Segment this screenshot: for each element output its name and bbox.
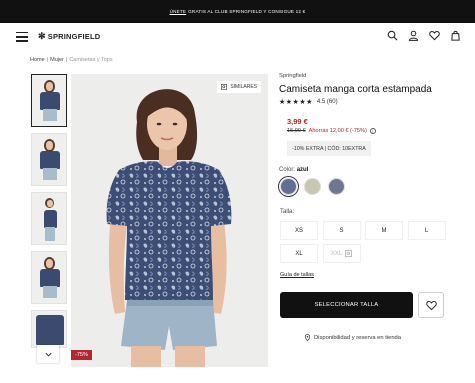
notify-icon bbox=[345, 250, 353, 257]
product-title: Camiseta manga corta estampada bbox=[279, 84, 432, 95]
size-option-xs[interactable]: XS bbox=[280, 221, 318, 240]
rating-value: 4.5 bbox=[316, 99, 326, 105]
thumbnail-5[interactable] bbox=[31, 310, 67, 348]
model-illustration bbox=[106, 89, 232, 367]
select-size-button[interactable]: SELECCIONAR TALLA bbox=[280, 292, 413, 318]
promo-bar: ÚNETE GRATIS AL CLUB SPRINGFIELD Y CONSI… bbox=[0, 0, 475, 23]
similar-search-icon bbox=[221, 84, 228, 90]
old-price: 15,99 € bbox=[287, 128, 306, 134]
selected-color: azul bbox=[296, 167, 309, 173]
brand-name: SPRINGFIELD bbox=[47, 32, 101, 41]
thumbnail-1[interactable] bbox=[31, 74, 67, 127]
product-rating[interactable]: ★★★★★ 4.5 (60) bbox=[279, 98, 338, 106]
heart-icon[interactable] bbox=[429, 30, 440, 41]
availability-text: Disponibilidad y reserva en tienda bbox=[314, 334, 402, 341]
breadcrumb-home[interactable]: Home bbox=[30, 57, 45, 63]
discount-badge: -75% bbox=[71, 350, 92, 360]
size-option-xxl[interactable]: XXL bbox=[322, 244, 361, 263]
rating-count: (60) bbox=[326, 99, 338, 105]
menu-icon[interactable] bbox=[16, 32, 28, 42]
promo-text: GRATIS AL CLUB SPRINGFIELD Y CONSIGUE 12… bbox=[188, 9, 306, 14]
thumbnail-list bbox=[31, 74, 67, 354]
thumbnail-3[interactable] bbox=[31, 192, 67, 245]
size-selector: XS S M L XL XXL bbox=[280, 221, 446, 263]
size-option-l[interactable]: L bbox=[407, 221, 446, 240]
user-icon[interactable] bbox=[408, 30, 419, 41]
extra-discount-badge: -10% EXTRA | CÓD: 10EXTRA bbox=[287, 141, 371, 156]
color-label: Color: azul bbox=[279, 167, 309, 173]
store-availability-link[interactable]: Disponibilidad y reserva en tienda bbox=[304, 334, 401, 341]
heart-icon bbox=[425, 300, 437, 310]
size-guide-link[interactable]: Guía de tallas bbox=[280, 272, 314, 278]
size-option-m[interactable]: M bbox=[365, 221, 403, 240]
search-icon[interactable] bbox=[387, 30, 398, 41]
add-to-wishlist-button[interactable] bbox=[418, 292, 444, 318]
breadcrumb-mujer[interactable]: Mujer bbox=[50, 57, 64, 63]
color-swatch-azul[interactable] bbox=[280, 178, 297, 195]
breadcrumb: Home | Mujer | Camisetas y Tops bbox=[30, 57, 113, 63]
size-option-xxl-label: XXL bbox=[330, 250, 343, 257]
info-icon[interactable]: i bbox=[369, 128, 376, 134]
promo-join-link[interactable]: ÚNETE bbox=[170, 9, 187, 14]
product-brand: Springfield bbox=[279, 73, 307, 79]
logo-star-icon: ✻ bbox=[38, 31, 46, 41]
similar-button[interactable]: SIMILARES bbox=[217, 81, 261, 93]
breadcrumb-current: Camisetas y Tops bbox=[69, 57, 113, 63]
color-swatch-crudo[interactable] bbox=[304, 178, 321, 195]
brand-logo[interactable]: ✻ SPRINGFIELD bbox=[38, 31, 100, 42]
price-detail: 15,99 € Ahorras 12,00 € (-75%) i bbox=[287, 128, 376, 134]
size-label: Talla: bbox=[280, 209, 295, 215]
location-pin-icon bbox=[304, 334, 311, 341]
similar-label: SIMILARES bbox=[230, 84, 257, 90]
savings-text: Ahorras 12,00 € (-75%) bbox=[308, 128, 367, 134]
site-header: ✻ SPRINGFIELD bbox=[0, 23, 475, 53]
color-swatches bbox=[280, 178, 345, 195]
size-option-s[interactable]: S bbox=[322, 221, 361, 240]
current-price: 3,99 € bbox=[287, 117, 308, 126]
size-option-xl[interactable]: XL bbox=[280, 244, 318, 263]
thumbnail-2[interactable] bbox=[31, 133, 67, 186]
thumbnails-scroll-down-button[interactable] bbox=[37, 345, 59, 363]
main-product-image[interactable]: SIMILARES -75% bbox=[71, 74, 268, 367]
header-actions bbox=[387, 30, 461, 41]
rating-stars: ★★★★★ bbox=[279, 99, 313, 106]
bag-icon[interactable] bbox=[450, 30, 461, 41]
color-swatch-marino[interactable] bbox=[328, 178, 345, 195]
thumbnail-4[interactable] bbox=[31, 251, 67, 304]
chevron-down-icon bbox=[44, 352, 52, 357]
